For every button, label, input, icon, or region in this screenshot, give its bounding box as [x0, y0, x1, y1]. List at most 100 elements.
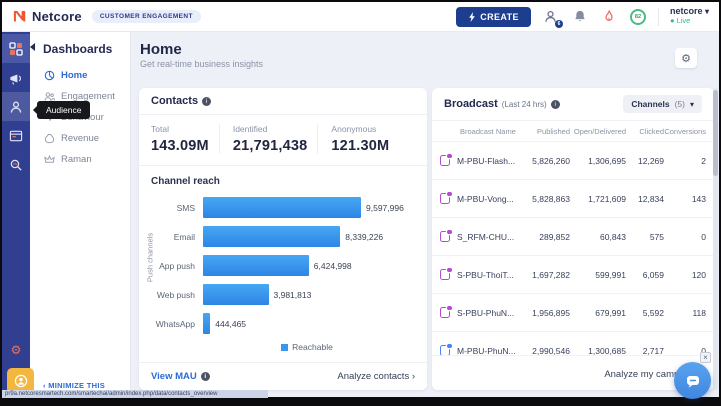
- legend-label: Reachable: [292, 342, 333, 352]
- broadcast-title: Broadcast: [444, 98, 498, 110]
- table-row[interactable]: S_RFM-CHU... 289,852 60,843 575 0: [432, 217, 714, 255]
- flame-icon: [605, 10, 613, 21]
- account-menu[interactable]: netcore ▾ ● Live: [669, 6, 709, 26]
- chevron-down-icon: ▾: [704, 7, 709, 17]
- rail-item-audience[interactable]: [2, 92, 30, 121]
- bar-label: App push: [159, 260, 195, 271]
- stat-anonymous: Anonymous 121.30M: [317, 124, 399, 154]
- table-row[interactable]: S-PBU-PhuN... 1,956,895 679,991 5,592 11…: [432, 293, 714, 331]
- bar-label: SMS: [176, 202, 195, 213]
- main-content: Home Get real-time business insights ⚙ C…: [131, 32, 719, 397]
- rail-item-dashboards[interactable]: [2, 34, 30, 63]
- rail-item-analytics-search[interactable]: [2, 150, 30, 179]
- health-score-button[interactable]: 82: [629, 8, 647, 26]
- sidebar-item-revenue[interactable]: Revenue: [30, 128, 130, 149]
- stat-value: 121.30M: [331, 138, 390, 154]
- page-title: Home: [140, 41, 182, 58]
- broadcast-name[interactable]: M-PBU-Flash...: [457, 156, 515, 166]
- analyze-contacts-link[interactable]: Analyze contacts ›: [337, 371, 415, 382]
- bar-value: 444,465: [215, 318, 247, 329]
- broadcast-name[interactable]: S-PBU-PhuN...: [457, 308, 514, 318]
- chart-y-axis-label: Push channels: [145, 232, 155, 283]
- sidebar-item-label: Raman: [61, 154, 92, 165]
- page-settings-button[interactable]: ⚙: [675, 48, 697, 68]
- audience-person-icon: [10, 101, 22, 113]
- stat-label: Anonymous: [331, 124, 377, 134]
- bar-app-push: [203, 255, 309, 276]
- screen: Netcore CUSTOMER ENGAGEMENT CREATE 6 82 …: [0, 0, 721, 406]
- mobile-push-channel-icon: [440, 153, 452, 166]
- contacts-card: Contacts i Total 143.09M Identified 21,7…: [139, 88, 427, 390]
- view-mau-link[interactable]: View MAU i: [151, 371, 210, 382]
- bar-value: 9,597,996: [366, 202, 404, 213]
- bar-label: Email: [173, 231, 195, 242]
- bar-value: 6,424,998: [313, 260, 352, 271]
- lightning-icon: [469, 11, 476, 22]
- bar-whatsapp: [203, 313, 211, 334]
- header-divider: [657, 7, 659, 26]
- rail-item-campaigns[interactable]: [2, 63, 30, 92]
- streak-button[interactable]: [600, 8, 618, 26]
- megaphone-icon: [10, 73, 21, 85]
- legend-swatch-icon: [281, 344, 289, 351]
- broadcast-name[interactable]: S_RFM-CHU...: [457, 232, 514, 242]
- crown-icon: [44, 154, 55, 163]
- contacts-title: Contacts: [151, 95, 199, 107]
- rail-settings-gear-icon[interactable]: ⚙: [2, 343, 30, 357]
- browser-window-icon: [9, 130, 23, 141]
- broadcast-name[interactable]: M-PBU-Vong...: [457, 194, 514, 204]
- mobile-push-channel-icon: [440, 191, 452, 204]
- sidebar-item-label: Home: [61, 70, 88, 81]
- stat-total: Total 143.09M: [151, 124, 219, 154]
- chat-widget-button[interactable]: [674, 362, 711, 399]
- create-label: CREATE: [480, 11, 519, 22]
- chart-bar-row: SMS 9,597,996: [153, 193, 417, 222]
- bar-label: WhatsApp: [155, 318, 195, 329]
- mobile-push-channel-icon: [440, 229, 452, 242]
- col-broadcast-name: Broadcast Name: [460, 126, 516, 136]
- dashboards-panel: Dashboards Home Engagement Revenue Raman…: [30, 32, 131, 397]
- bell-icon: [575, 10, 585, 22]
- broadcast-name[interactable]: S-PBU-ThoiT...: [457, 270, 514, 280]
- table-row[interactable]: S-PBU-ThoiT... 1,697,282 599,991 6,059 1…: [432, 255, 714, 293]
- minimize-panel-button[interactable]: ‹ MINIMIZE THIS: [43, 381, 105, 390]
- mobile-push-channel-icon: [440, 305, 452, 318]
- info-icon[interactable]: i: [550, 99, 560, 109]
- info-icon[interactable]: i: [200, 372, 210, 381]
- channel-reach-chart: Push channels SMS 9,597,996 Email 8,339,…: [139, 191, 427, 352]
- search-icon: [10, 159, 22, 171]
- bar-value: 3,981,813: [273, 289, 312, 300]
- col-clicked: Clicked: [639, 126, 664, 136]
- table-row[interactable]: M-PBU-Vong... 5,828,863 1,721,609 12,834…: [432, 179, 714, 217]
- person-circle-icon: [14, 374, 27, 388]
- bar-label: Web push: [156, 289, 195, 300]
- pie-chart-icon: [44, 70, 55, 81]
- sidebar-item-raman[interactable]: Raman: [30, 149, 130, 170]
- stat-identified: Identified 21,791,438: [218, 124, 318, 154]
- col-published: Published: [537, 126, 570, 136]
- sidebar-item-home[interactable]: Home: [30, 65, 130, 86]
- netcore-logo-icon: [13, 10, 26, 22]
- table-row[interactable]: M-PBU-Flash... 5,826,260 1,306,695 12,26…: [432, 141, 714, 179]
- user-menu-icon[interactable]: 6: [542, 8, 563, 28]
- info-icon[interactable]: i: [202, 96, 212, 106]
- chart-bar-row: Email 8,339,226: [153, 222, 417, 251]
- chart-legend: Reachable: [153, 338, 417, 352]
- netcore-logo[interactable]: Netcore: [12, 9, 82, 24]
- icon-rail: ⚙: [2, 32, 30, 397]
- stat-label: Identified: [232, 124, 268, 134]
- panel-pointer-icon: [30, 43, 35, 51]
- channels-dropdown[interactable]: Channels (5) ▾: [623, 95, 702, 113]
- notifications-button[interactable]: [571, 8, 589, 26]
- broadcast-name[interactable]: M-PBU-PhuN...: [457, 346, 516, 356]
- create-button[interactable]: CREATE: [456, 6, 531, 27]
- scrollbar-thumb[interactable]: [713, 90, 718, 176]
- bar-value: 8,339,226: [345, 231, 384, 242]
- chat-close-button[interactable]: ×: [700, 352, 711, 363]
- chevron-down-icon: ▾: [689, 99, 694, 109]
- audience-tooltip: Audience: [32, 101, 91, 119]
- account-live-status: ● Live: [669, 16, 691, 26]
- broadcast-subtitle: (Last 24 hrs): [501, 99, 547, 109]
- bar-sms: [203, 197, 361, 218]
- rail-item-web-pages[interactable]: [2, 121, 30, 150]
